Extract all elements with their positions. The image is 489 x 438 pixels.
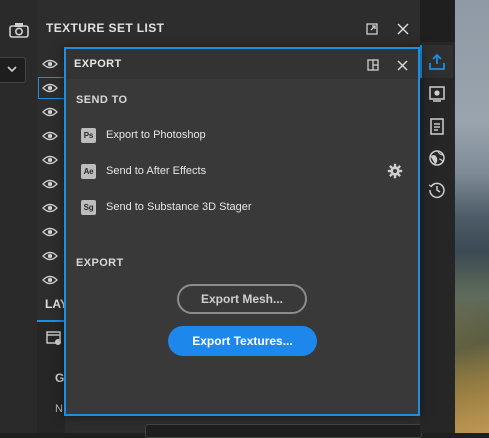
dock-icon[interactable]: [367, 58, 379, 71]
layer-icon[interactable]: [46, 330, 62, 351]
notes-icon[interactable]: [428, 117, 446, 135]
visibility-eye-icon[interactable]: [42, 105, 58, 117]
export-textures-button[interactable]: Export Textures...: [168, 326, 317, 356]
visibility-eye-icon[interactable]: [42, 129, 58, 141]
layers-group-letter: G: [55, 371, 65, 385]
export-mesh-button[interactable]: Export Mesh...: [177, 284, 307, 314]
send-to-stager-item[interactable]: Send to Substance 3D Stager: [106, 201, 252, 213]
visibility-eye-icon[interactable]: [42, 273, 58, 285]
visibility-eye-icon[interactable]: [42, 249, 58, 261]
export-section-title: EXPORT: [76, 257, 124, 269]
texture-set-title: TEXTURE SET LIST: [46, 21, 165, 35]
export-icon[interactable]: [428, 53, 446, 71]
stager-icon: Sg: [81, 200, 96, 215]
camera-icon[interactable]: [9, 22, 29, 38]
visibility-eye-icon[interactable]: [42, 225, 58, 237]
visibility-eye-icon[interactable]: [42, 201, 58, 213]
layers-field-letter: N: [55, 403, 63, 415]
after-effects-icon: Ae: [81, 164, 96, 179]
export-to-photoshop-item[interactable]: Export to Photoshop: [106, 129, 206, 141]
selected-texture-set-row[interactable]: [38, 77, 66, 99]
viewport-landscape: [455, 300, 489, 433]
close-icon[interactable]: [397, 22, 409, 35]
send-to-section-title: SEND TO: [76, 94, 128, 106]
chevron-down-icon: [7, 66, 17, 73]
layers-input-field[interactable]: [145, 424, 422, 438]
photoshop-icon: Ps: [81, 128, 96, 143]
close-icon[interactable]: [397, 58, 408, 71]
gear-icon[interactable]: [387, 163, 403, 179]
send-to-after-effects-item[interactable]: Send to After Effects: [106, 165, 206, 177]
history-icon[interactable]: [428, 181, 446, 199]
environment-icon[interactable]: [428, 149, 446, 167]
popout-icon[interactable]: [366, 22, 378, 35]
visibility-eye-icon[interactable]: [42, 153, 58, 165]
visibility-eye-icon[interactable]: [42, 57, 58, 69]
export-popup-title: EXPORT: [74, 58, 122, 70]
left-dropdown[interactable]: [0, 57, 26, 83]
display-settings-icon[interactable]: [428, 85, 446, 103]
visibility-eye-icon[interactable]: [42, 177, 58, 189]
